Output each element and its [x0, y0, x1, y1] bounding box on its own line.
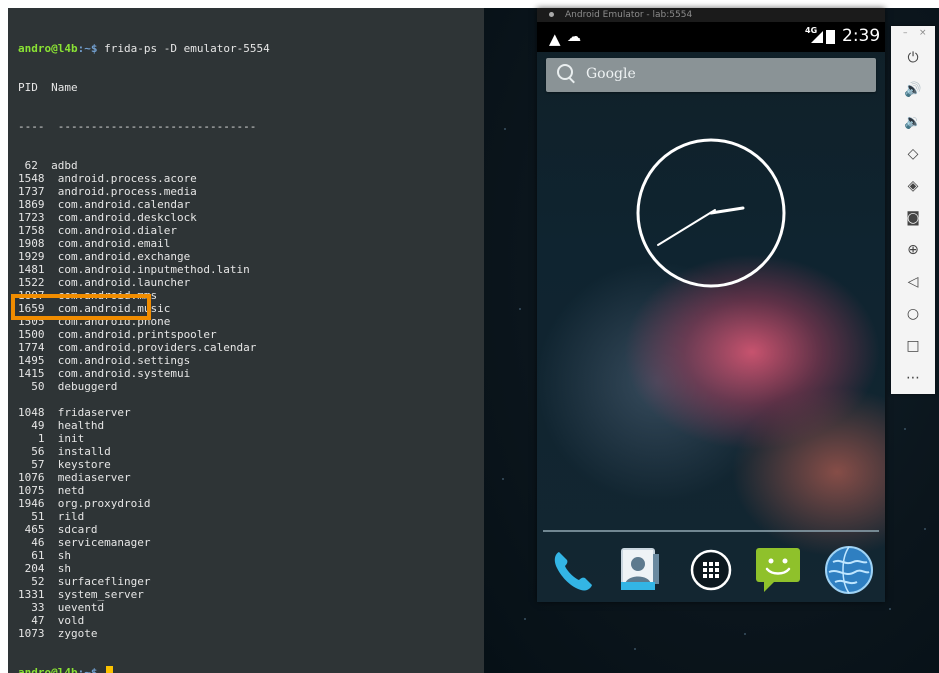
process-row: 1048 fridaserver	[18, 406, 131, 419]
apps-drawer-icon[interactable]	[685, 544, 737, 596]
process-row: 33 ueventd	[18, 601, 105, 614]
table-separator: ---- ------------------------------	[18, 120, 257, 133]
process-row: 1929 com.android.exchange	[18, 250, 191, 263]
cloud-icon: ☁	[567, 29, 581, 45]
process-row: 46 servicemanager	[18, 536, 151, 549]
browser-icon[interactable]	[823, 544, 875, 596]
process-row: 1495 com.android.settings	[18, 354, 191, 367]
android-screen[interactable]: ▲ ☁ 4G 2:39 Google	[537, 22, 885, 602]
prompt-user: andro	[18, 42, 52, 55]
text-cursor	[106, 666, 114, 673]
home-icon[interactable]: ○	[901, 302, 925, 326]
back-icon[interactable]: ◁	[901, 270, 925, 294]
analog-clock-widget[interactable]	[635, 137, 787, 289]
process-row: 1331 system_server	[18, 588, 144, 601]
search-label: Google	[586, 66, 636, 82]
process-row: 47 vold	[18, 614, 85, 627]
more-icon[interactable]: ⋯	[901, 366, 925, 390]
emulator-control-panel: – × ⏻ 🔊 🔉 ◇ ◈ ◙ ⊕ ◁ ○ □ ⋯	[891, 26, 935, 394]
process-row: 204 sh	[18, 562, 71, 575]
command-text: frida-ps -D emulator-5554	[97, 42, 270, 55]
rotate-right-icon[interactable]: ◈	[901, 174, 925, 198]
emulator-titlebar[interactable]: Android Emulator - lab:5554	[537, 8, 885, 22]
process-row: 62 adbd	[18, 159, 78, 172]
process-row: 51 rild	[18, 510, 85, 523]
process-row: 50 debuggerd	[18, 380, 118, 393]
emulator-title: Android Emulator - lab:5554	[565, 10, 693, 20]
process-row: 61 sh	[18, 549, 71, 562]
signal-icon	[811, 31, 823, 43]
process-row: 1758 com.android.dialer	[18, 224, 177, 237]
search-icon	[557, 64, 573, 80]
warning-icon: ▲	[549, 30, 561, 48]
volume-down-icon[interactable]: 🔉	[901, 110, 925, 134]
process-row: 1 init	[18, 432, 85, 445]
process-row: 1075 netd	[18, 484, 85, 497]
power-icon[interactable]: ⏻	[901, 46, 925, 70]
process-row: 1481 com.android.inputmethod.latin	[18, 263, 250, 276]
zoom-icon[interactable]: ⊕	[901, 238, 925, 262]
battery-icon	[826, 30, 835, 44]
process-row: 1548 android.process.acore	[18, 172, 197, 185]
overview-icon[interactable]: □	[901, 334, 925, 358]
fridaserver-highlight-box	[11, 294, 151, 320]
terminal-output: andro@l4b:~$ frida-ps -D emulator-5554 P…	[18, 16, 270, 673]
panel-window-buttons: – ×	[891, 26, 935, 42]
command-line: andro@l4b:~$ frida-ps -D emulator-5554	[18, 42, 270, 55]
process-row: 1073 zygote	[18, 627, 98, 640]
status-bar: ▲ ☁ 4G 2:39	[537, 22, 885, 52]
process-row: 1908 com.android.email	[18, 237, 171, 250]
process-row: 57 keystore	[18, 458, 111, 471]
process-row: 1737 android.process.media	[18, 185, 197, 198]
process-row: 49 healthd	[18, 419, 105, 432]
process-row: 1415 com.android.systemui	[18, 367, 191, 380]
process-row: 1723 com.android.deskclock	[18, 211, 197, 224]
process-row: 465 sdcard	[18, 523, 98, 536]
rotate-left-icon[interactable]: ◇	[901, 142, 925, 166]
phone-icon[interactable]	[547, 544, 599, 596]
process-row: 1774 com.android.providers.calendar	[18, 341, 257, 354]
process-row	[18, 393, 270, 406]
process-row: 1500 com.android.printspooler	[18, 328, 217, 341]
process-row: 1946 org.proxydroid	[18, 497, 151, 510]
terminal-window[interactable]: andro@l4b:~$ frida-ps -D emulator-5554 P…	[8, 8, 484, 673]
process-row: 1522 com.android.launcher	[18, 276, 191, 289]
prompt-host: l4b	[57, 42, 78, 55]
window-dot-icon	[549, 12, 554, 17]
dock-divider	[543, 530, 879, 532]
status-time: 2:39	[842, 26, 881, 46]
volume-up-icon[interactable]: 🔊	[901, 78, 925, 102]
process-row: 1869 com.android.calendar	[18, 198, 191, 211]
camera-icon[interactable]: ◙	[901, 206, 925, 230]
android-emulator-window[interactable]: Android Emulator - lab:5554 ▲ ☁ 4G 2:39 …	[537, 8, 885, 602]
messaging-icon[interactable]	[752, 544, 804, 596]
process-list: 62 adbd 1548 android.process.acore 1737 an…	[18, 159, 270, 640]
process-row: 56 installd	[18, 445, 111, 458]
prompt-line[interactable]: andro@l4b:~$	[18, 666, 270, 673]
process-row: 52 surfaceflinger	[18, 575, 151, 588]
minimize-button[interactable]: –	[903, 28, 908, 38]
process-row: 1076 mediaserver	[18, 471, 131, 484]
prompt-path: :~$	[77, 42, 98, 55]
google-search-bar[interactable]: Google	[546, 58, 876, 92]
close-button[interactable]: ×	[919, 28, 927, 38]
contacts-icon[interactable]	[613, 544, 665, 596]
table-header: PID Name	[18, 81, 78, 94]
